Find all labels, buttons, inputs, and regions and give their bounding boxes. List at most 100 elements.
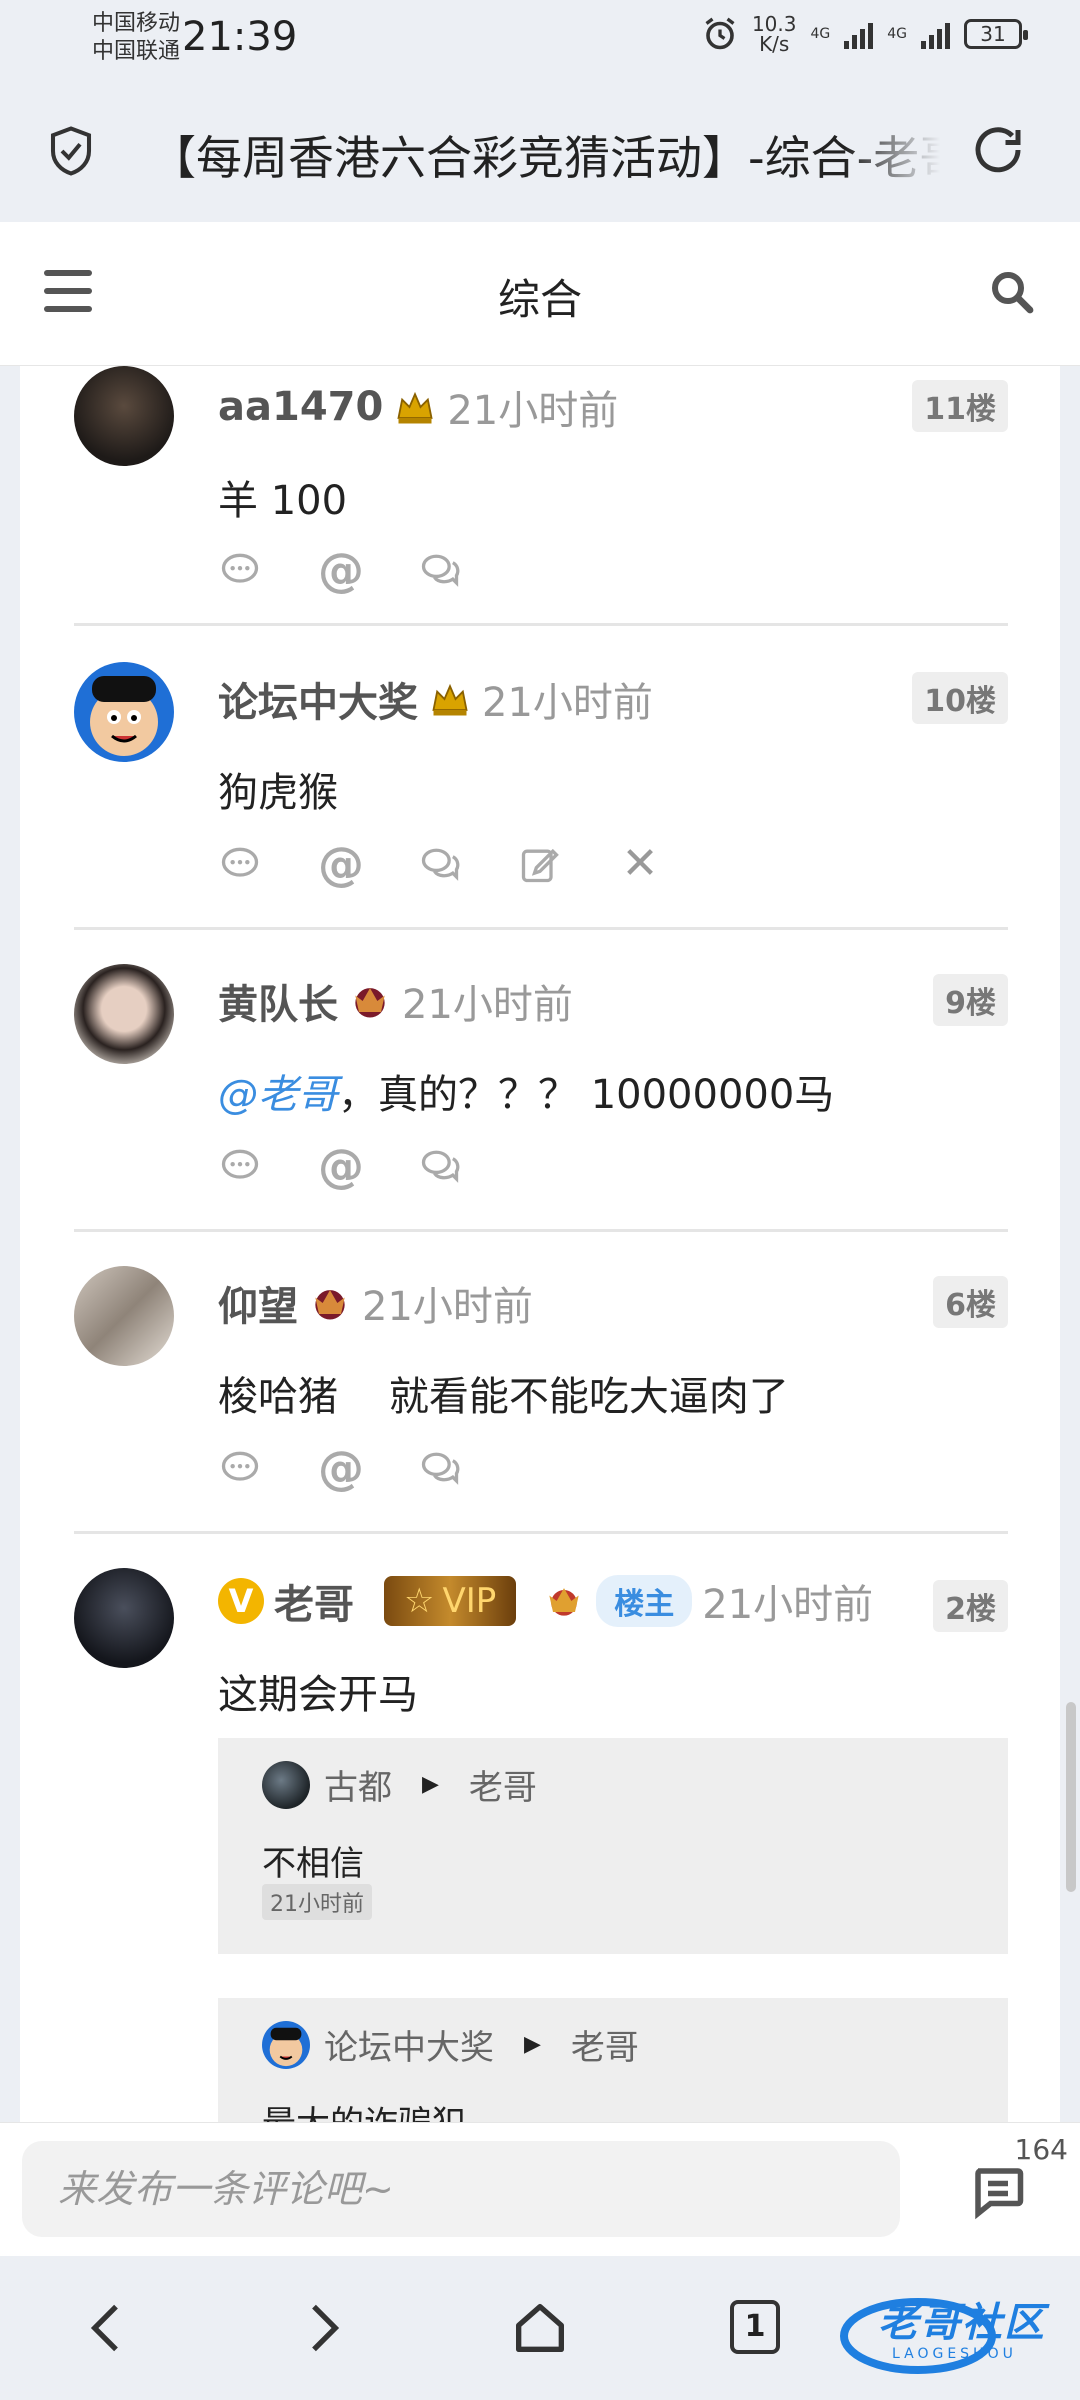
shield-check-icon[interactable] bbox=[44, 124, 98, 178]
comment-meta: aa1470 21小时前 bbox=[218, 378, 618, 436]
edit-icon[interactable] bbox=[518, 842, 562, 886]
net-speed-value: 10.3 bbox=[751, 12, 797, 36]
username[interactable]: 黄队长 bbox=[218, 972, 338, 1030]
username[interactable]: 仰望 bbox=[218, 1274, 298, 1332]
comment-meta: V 老哥 ☆ VIP 楼主 21小时前 bbox=[218, 1572, 873, 1630]
signal-icon-2 bbox=[921, 19, 950, 49]
reply-to[interactable]: 老哥 bbox=[571, 2020, 639, 2069]
mention-link[interactable]: @老哥 bbox=[218, 1072, 338, 1118]
at-icon[interactable]: @ bbox=[318, 547, 364, 593]
comment-actions: @ bbox=[218, 1445, 462, 1491]
carrier-info: 中国移动 中国联通 bbox=[92, 10, 180, 66]
comment-item: 黄队长 21小时前 9楼 @老哥，真的？？？ 10000000马 @ bbox=[74, 930, 1008, 1232]
comment-text: 狗虎猴 bbox=[218, 770, 338, 816]
reply-icon[interactable] bbox=[418, 1446, 462, 1490]
alarm-icon bbox=[705, 17, 735, 50]
username[interactable]: 老哥 bbox=[274, 1572, 354, 1630]
reply-text: 不相信 bbox=[262, 1844, 364, 1884]
status-bar: 中国移动 中国联通 21:39 10.3 K/s 4G 4G 31 bbox=[0, 0, 1080, 80]
dragon-badge-icon bbox=[355, 988, 385, 1018]
comment-icon[interactable] bbox=[218, 842, 262, 886]
net-type-1: 4G bbox=[810, 26, 831, 42]
comment-actions: @ ✕ bbox=[218, 841, 662, 887]
reply-avatar[interactable] bbox=[262, 1760, 310, 1809]
avatar[interactable] bbox=[74, 1568, 174, 1668]
at-icon[interactable]: @ bbox=[318, 841, 364, 887]
reload-icon[interactable] bbox=[968, 120, 1028, 180]
comment-item: 仰望 21小时前 6楼 梭哈猪 就看能不能吃大逼肉了 @ bbox=[74, 1232, 1008, 1534]
comment-item: 论坛中大奖 21小时前 10楼 狗虎猴 @ ✕ bbox=[74, 626, 1008, 930]
dragon-badge-icon bbox=[549, 1588, 579, 1616]
avatar[interactable] bbox=[74, 964, 174, 1064]
comment-meta: 仰望 21小时前 bbox=[218, 1274, 533, 1332]
comment-icon[interactable] bbox=[218, 548, 262, 592]
owner-tag: 楼主 bbox=[596, 1575, 693, 1627]
comment-meta: 论坛中大奖 21小时前 bbox=[218, 670, 653, 728]
signal-icon-1 bbox=[844, 19, 874, 49]
reply-from[interactable]: 古都 bbox=[324, 1760, 392, 1809]
at-icon[interactable]: @ bbox=[318, 1445, 364, 1491]
reply-text: 最大的诈骗犯 bbox=[262, 2096, 466, 2122]
comment-text: 梭哈猪 就看能不能吃大逼肉了 bbox=[218, 1374, 789, 1420]
comment-icon[interactable] bbox=[218, 1144, 262, 1188]
floor-badge: 11楼 bbox=[912, 380, 1008, 432]
site-header: 综合 bbox=[0, 222, 1080, 366]
carrier-1: 中国移动 bbox=[92, 11, 181, 36]
vip-label: VIP bbox=[442, 1581, 497, 1621]
arrow-right-icon: ▶ bbox=[422, 1772, 439, 1797]
comment-item: aa1470 21小时前 11楼 羊 100 @ bbox=[74, 366, 1008, 626]
page-title[interactable]: 【每周香港六合彩竞猜活动】-综合-老哥社区 bbox=[150, 122, 940, 188]
forward-icon[interactable] bbox=[290, 2296, 354, 2360]
comment-actions: @ bbox=[218, 547, 462, 593]
comment-item: V 老哥 ☆ VIP 楼主 21小时前 2楼 这期会开马 古都 ▶ 老哥 不相信 … bbox=[74, 1534, 1008, 2122]
avatar[interactable] bbox=[74, 1266, 174, 1366]
status-icons: 10.3 K/s 4G 4G 31 bbox=[702, 14, 1028, 54]
reply-from[interactable]: 论坛中大奖 bbox=[324, 2020, 494, 2069]
crown-icon bbox=[432, 683, 468, 716]
at-icon[interactable]: @ bbox=[318, 1143, 364, 1189]
reply-to[interactable]: 老哥 bbox=[469, 1760, 537, 1809]
comment-bar: 来发布一条评论吧~ 164 bbox=[0, 2122, 1080, 2256]
search-icon[interactable] bbox=[988, 268, 1036, 316]
net-speed: 10.3 K/s bbox=[752, 14, 797, 54]
reply-icon[interactable] bbox=[418, 548, 462, 592]
post-time: 21小时前 bbox=[362, 1284, 533, 1330]
comment-icon[interactable] bbox=[218, 1446, 262, 1490]
browser-bar: 【每周香港六合彩竞猜活动】-综合-老哥社区 bbox=[0, 80, 1080, 222]
avatar[interactable] bbox=[74, 662, 174, 762]
scrollbar[interactable] bbox=[1066, 1702, 1076, 1892]
verified-badge: V bbox=[218, 1578, 264, 1624]
net-speed-unit: K/s bbox=[759, 32, 790, 56]
floor-badge: 6楼 bbox=[933, 1276, 1008, 1328]
username[interactable]: 论坛中大奖 bbox=[218, 670, 418, 728]
clock: 21:39 bbox=[182, 14, 298, 60]
reply-header: 论坛中大奖 ▶ 老哥 bbox=[262, 2020, 639, 2069]
comment-list[interactable]: aa1470 21小时前 11楼 羊 100 @ 论坛中大奖 21小时前 10楼… bbox=[20, 366, 1060, 2122]
reply-time: 21小时前 bbox=[262, 1884, 372, 1920]
post-time: 21小时前 bbox=[402, 982, 573, 1028]
comments-icon[interactable] bbox=[968, 2161, 1028, 2221]
comment-text: @老哥，真的？？？ 10000000马 bbox=[218, 1062, 834, 1120]
reply-item: 论坛中大奖 ▶ 老哥 最大的诈骗犯 bbox=[218, 1998, 1008, 2122]
crown-icon bbox=[397, 391, 433, 424]
reply-icon[interactable] bbox=[418, 842, 462, 886]
tabs-icon[interactable]: 1 bbox=[730, 2300, 780, 2354]
nav-bar: 1 老哥社区 LAOGESHOU bbox=[0, 2256, 1080, 2400]
net-type-2: 4G bbox=[887, 26, 907, 42]
back-icon[interactable] bbox=[76, 2296, 140, 2360]
reply-icon[interactable] bbox=[418, 1144, 462, 1188]
username[interactable]: aa1470 bbox=[218, 384, 383, 430]
floor-badge: 2楼 bbox=[933, 1580, 1008, 1632]
vip-badge: ☆ VIP bbox=[384, 1576, 517, 1626]
comment-input[interactable]: 来发布一条评论吧~ bbox=[22, 2141, 900, 2237]
home-icon[interactable] bbox=[508, 2296, 572, 2360]
delete-icon[interactable]: ✕ bbox=[618, 842, 662, 886]
reply-avatar[interactable] bbox=[262, 2020, 310, 2069]
floor-badge: 10楼 bbox=[912, 672, 1008, 724]
comment-meta: 黄队长 21小时前 bbox=[218, 972, 573, 1030]
watermark-logo: 老哥社区 LAOGESHOU bbox=[838, 2284, 1068, 2384]
comment-text: 羊 100 bbox=[218, 478, 348, 524]
post-time: 21小时前 bbox=[702, 1582, 874, 1628]
post-time: 21小时前 bbox=[482, 680, 653, 726]
avatar[interactable] bbox=[74, 366, 174, 466]
